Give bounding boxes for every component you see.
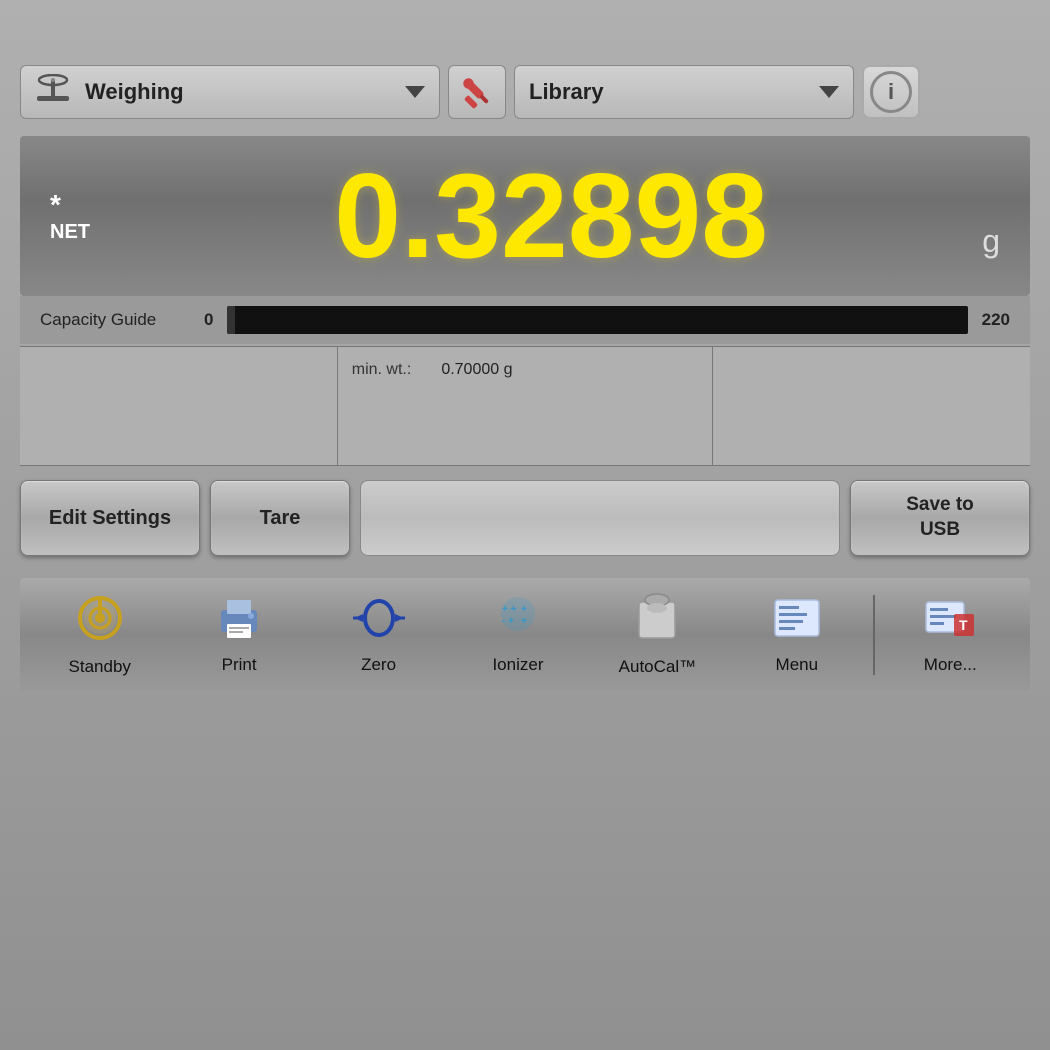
- bottom-nav: Standby Print: [20, 578, 1030, 691]
- ionizer-icon: + + - + + +: [492, 594, 544, 647]
- weighing-chevron-icon: [405, 86, 425, 98]
- nav-item-zero[interactable]: Zero: [309, 594, 448, 675]
- action-spacer: [360, 480, 840, 556]
- standby-label: Standby: [69, 657, 131, 677]
- menu-icon: [771, 594, 823, 647]
- capacity-guide: Capacity Guide 0 220: [20, 296, 1030, 344]
- weight-unit: g: [982, 223, 1000, 260]
- standby-icon: [74, 592, 126, 649]
- net-label: NET: [50, 221, 90, 244]
- capacity-label: Capacity Guide: [40, 310, 190, 330]
- autocal-icon: [635, 592, 679, 649]
- wrench-button[interactable]: [448, 65, 506, 119]
- nav-item-more[interactable]: T More...: [881, 594, 1020, 675]
- capacity-bar-fill: [227, 306, 234, 334]
- action-buttons: Edit Settings Tare Save to USB: [20, 478, 1030, 558]
- more-icon: T: [924, 594, 976, 647]
- weight-display: * NET 0.32898 g: [20, 136, 1030, 296]
- library-chevron-icon: [819, 86, 839, 98]
- print-icon: [213, 594, 265, 647]
- svg-text:+ +: + +: [502, 604, 517, 615]
- svg-text:+: +: [521, 616, 527, 627]
- ionizer-label: Ionizer: [492, 655, 543, 675]
- capacity-bar: [227, 306, 967, 334]
- tare-button[interactable]: Tare: [210, 480, 350, 556]
- min-wt-value: 0.70000 g: [441, 361, 512, 379]
- data-cell-left: [20, 347, 338, 465]
- print-label: Print: [222, 655, 257, 675]
- data-cell-middle: min. wt.: 0.70000 g: [338, 347, 714, 465]
- info-icon: i: [870, 71, 912, 113]
- asterisk-indicator: *: [50, 189, 61, 221]
- nav-item-print[interactable]: Print: [169, 594, 308, 675]
- nav-item-standby[interactable]: Standby: [30, 592, 169, 677]
- main-screen: Weighing Library i *: [0, 0, 1050, 1050]
- library-label: Library: [529, 79, 811, 105]
- data-table: min. wt.: 0.70000 g: [20, 346, 1030, 466]
- capacity-max: 220: [982, 310, 1010, 330]
- svg-text:+: +: [521, 604, 527, 615]
- more-label: More...: [924, 655, 977, 675]
- nav-item-ionizer[interactable]: + + - + + + Ionizer: [448, 594, 587, 675]
- library-dropdown[interactable]: Library: [514, 65, 854, 119]
- zero-icon: [349, 594, 409, 647]
- zero-label: Zero: [361, 655, 396, 675]
- weight-value: 0.32898: [130, 156, 972, 276]
- nav-item-menu[interactable]: Menu: [727, 594, 866, 675]
- scale-icon: [35, 74, 71, 111]
- svg-text:T: T: [959, 617, 968, 633]
- header: Weighing Library i: [20, 60, 1030, 124]
- menu-label: Menu: [776, 655, 819, 675]
- weighing-dropdown[interactable]: Weighing: [20, 65, 440, 119]
- weighing-label: Weighing: [85, 79, 397, 105]
- svg-text:- +: - +: [502, 616, 514, 627]
- edit-settings-button[interactable]: Edit Settings: [20, 480, 200, 556]
- nav-item-autocal[interactable]: AutoCal™: [588, 592, 727, 677]
- capacity-min: 0: [204, 310, 213, 330]
- save-to-usb-button[interactable]: Save to USB: [850, 480, 1030, 556]
- weight-labels: * NET: [50, 189, 110, 244]
- data-cell-right: [713, 347, 1030, 465]
- min-wt-label: min. wt.:: [352, 361, 412, 379]
- min-wt-row: min. wt.: 0.70000 g: [352, 361, 513, 379]
- nav-divider: [873, 595, 875, 675]
- autocal-label: AutoCal™: [619, 657, 696, 677]
- info-button[interactable]: i: [862, 65, 920, 119]
